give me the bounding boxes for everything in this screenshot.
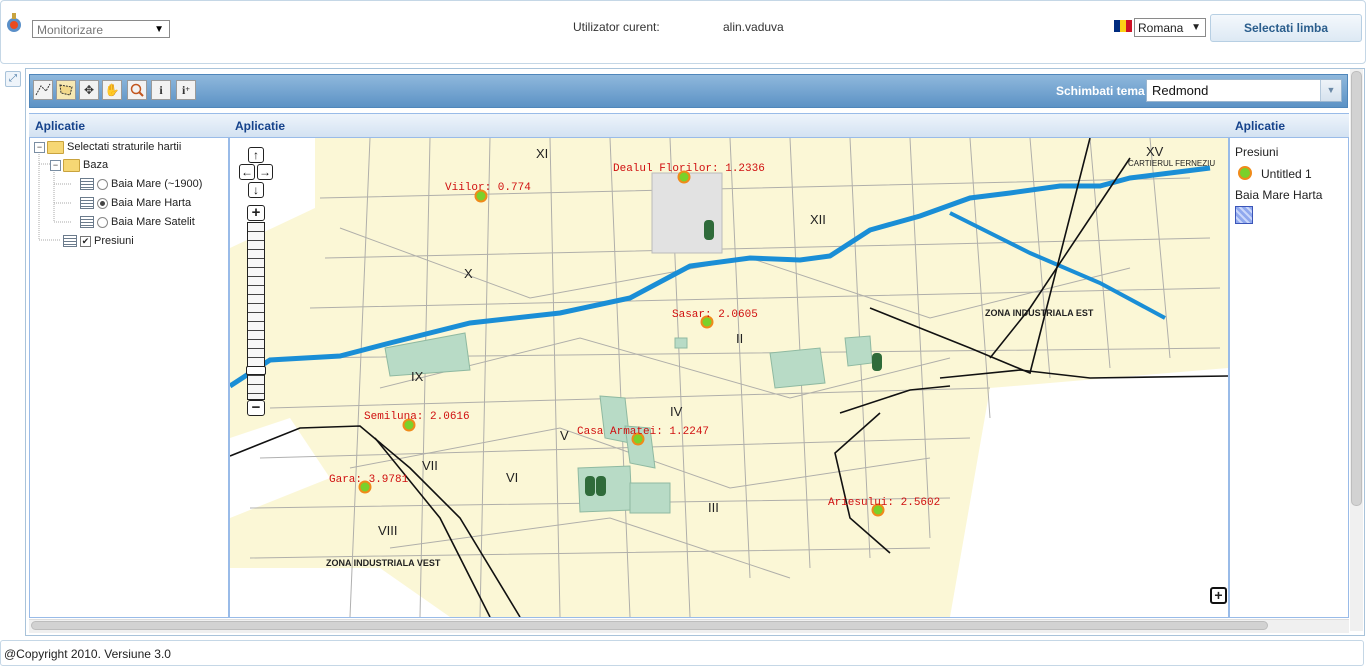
tree-layer-label: Baia Mare Harta xyxy=(111,197,192,209)
layer-radio[interactable] xyxy=(97,178,108,190)
draw-polygon-icon[interactable] xyxy=(56,80,76,100)
mode-select[interactable]: Monitorizare ▼ xyxy=(32,20,170,38)
district-label: VIII xyxy=(378,523,398,538)
zoom-box-icon[interactable] xyxy=(127,80,147,100)
district-label: V xyxy=(560,428,569,443)
district-label: XI xyxy=(536,146,548,161)
tree-layer-label: Baia Mare Satelit xyxy=(111,216,195,228)
hand-icon[interactable]: ✋ xyxy=(102,80,122,100)
tree-layer-label: Baia Mare (~1900) xyxy=(111,178,203,190)
tree-group-baza[interactable]: − Baza xyxy=(50,157,108,173)
left-panel-title: Aplicatie xyxy=(29,114,229,138)
chevron-down-icon: ▼ xyxy=(1191,22,1201,33)
right-panel-title: Aplicatie xyxy=(1229,114,1349,138)
pan-down-button[interactable]: ↓ xyxy=(248,182,264,198)
sensor-label: Dealul Florilor: 1.2336 xyxy=(613,163,765,175)
chevron-down-icon[interactable]: ▼ xyxy=(1320,80,1341,101)
center-panel-title: Aplicatie xyxy=(229,114,1229,138)
tree-overlay-label: Presiuni xyxy=(94,235,134,247)
sensor-label: Viilor: 0.774 xyxy=(445,182,531,194)
zone-label: ZONA INDUSTRIALA EST xyxy=(985,308,1094,318)
layer-icon xyxy=(80,197,94,210)
draw-line-icon[interactable] xyxy=(33,80,53,100)
overview-map-toggle-button[interactable]: + xyxy=(1210,587,1227,604)
tree-root-label: Selectati straturile hartii xyxy=(67,141,182,153)
current-user-label: Utilizator curent: xyxy=(573,20,660,34)
legend-item-untitled: Untitled 1 xyxy=(1261,167,1312,181)
sensor-label: Sasar: 2.0605 xyxy=(672,309,758,321)
copyright-text: @Copyright 2010. Versiune 3.0 xyxy=(4,647,171,661)
legend-group-harta: Baia Mare Harta xyxy=(1235,188,1323,202)
sensor-marker-icon xyxy=(1238,166,1252,180)
collapse-icon[interactable]: − xyxy=(50,159,61,171)
language-select-value: Romana xyxy=(1138,21,1184,35)
vertical-scrollbar-thumb[interactable] xyxy=(1351,71,1362,506)
pan-left-button[interactable]: ← xyxy=(239,164,255,180)
map-canvas[interactable]: XI XV XII X IX II IV V VII VI III VIII Z… xyxy=(230,138,1228,617)
footer-bar xyxy=(0,640,1364,666)
district-label: III xyxy=(708,500,719,515)
info-plus-icon[interactable]: i+ xyxy=(176,80,196,100)
district-label: VI xyxy=(506,470,518,485)
layer-icon xyxy=(63,235,77,248)
layer-radio-selected[interactable] xyxy=(97,197,108,209)
romania-flag-icon xyxy=(1114,20,1132,32)
map-layer-swatch-icon xyxy=(1235,206,1253,224)
layer-icon xyxy=(80,216,94,229)
layer-icon xyxy=(80,178,94,191)
layer-radio[interactable] xyxy=(97,216,108,228)
collapse-icon[interactable]: − xyxy=(34,141,45,153)
chevron-down-icon: ▼ xyxy=(154,24,164,35)
district-label: IX xyxy=(411,369,424,384)
horizontal-scrollbar-thumb[interactable] xyxy=(31,621,1268,630)
sensor-label: Casa Armatei: 1.2247 xyxy=(577,426,709,438)
pan-up-button[interactable]: ↑ xyxy=(248,147,264,163)
folder-open-icon xyxy=(63,158,80,172)
zoom-out-button[interactable]: − xyxy=(247,400,265,416)
zoom-slider-handle[interactable] xyxy=(246,366,266,375)
language-select[interactable]: Romana ▼ xyxy=(1134,18,1206,37)
checkbox-checked-icon[interactable]: ✔ xyxy=(80,235,91,247)
mode-select-value: Monitorizare xyxy=(37,23,104,37)
folder-open-icon xyxy=(47,140,64,154)
district-label: II xyxy=(736,331,743,346)
district-label: VII xyxy=(422,458,438,473)
pan-arrows-icon[interactable]: ✥ xyxy=(79,80,99,100)
district-label: IV xyxy=(670,404,683,419)
current-user-value: alin.vaduva xyxy=(723,20,784,34)
sensor-label: Gara: 3.9781 xyxy=(329,474,409,486)
zoom-in-button[interactable]: + xyxy=(247,205,265,221)
expand-icon[interactable]: ⤢ xyxy=(5,71,21,87)
tree-layer-1900[interactable]: Baia Mare (~1900) xyxy=(80,176,202,192)
tree-overlay-presiuni[interactable]: ✔ Presiuni xyxy=(63,233,134,249)
theme-label: Schimbati tema xyxy=(1056,84,1145,98)
info-icon[interactable]: i xyxy=(151,80,171,100)
tree-group-label: Baza xyxy=(83,159,109,171)
theme-select-value: Redmond xyxy=(1152,83,1209,98)
tree-layer-satelit[interactable]: Baia Mare Satelit xyxy=(80,214,195,230)
sensor-label: Ariesului: 2.5602 xyxy=(828,497,940,509)
tree-layer-harta[interactable]: Baia Mare Harta xyxy=(80,195,191,211)
select-language-button[interactable]: Selectati limba xyxy=(1210,14,1362,42)
street-label: CARTIERUL FERNEZIU xyxy=(1128,159,1215,168)
app-logo-icon xyxy=(7,13,21,32)
district-label: XII xyxy=(810,212,826,227)
pan-right-button[interactable]: → xyxy=(257,164,273,180)
zone-label: ZONA INDUSTRIALA VEST xyxy=(326,558,441,568)
tree-root[interactable]: − Selectati straturile hartii xyxy=(34,139,181,155)
sensor-label: Semiluna: 2.0616 xyxy=(364,411,470,423)
map-view[interactable]: XI XV XII X IX II IV V VII VI III VIII Z… xyxy=(230,138,1228,617)
legend-group-presiuni: Presiuni xyxy=(1235,145,1279,159)
district-label: X xyxy=(464,266,473,281)
district-label: XV xyxy=(1146,144,1164,159)
theme-select[interactable]: Redmond ▼ xyxy=(1146,79,1342,102)
